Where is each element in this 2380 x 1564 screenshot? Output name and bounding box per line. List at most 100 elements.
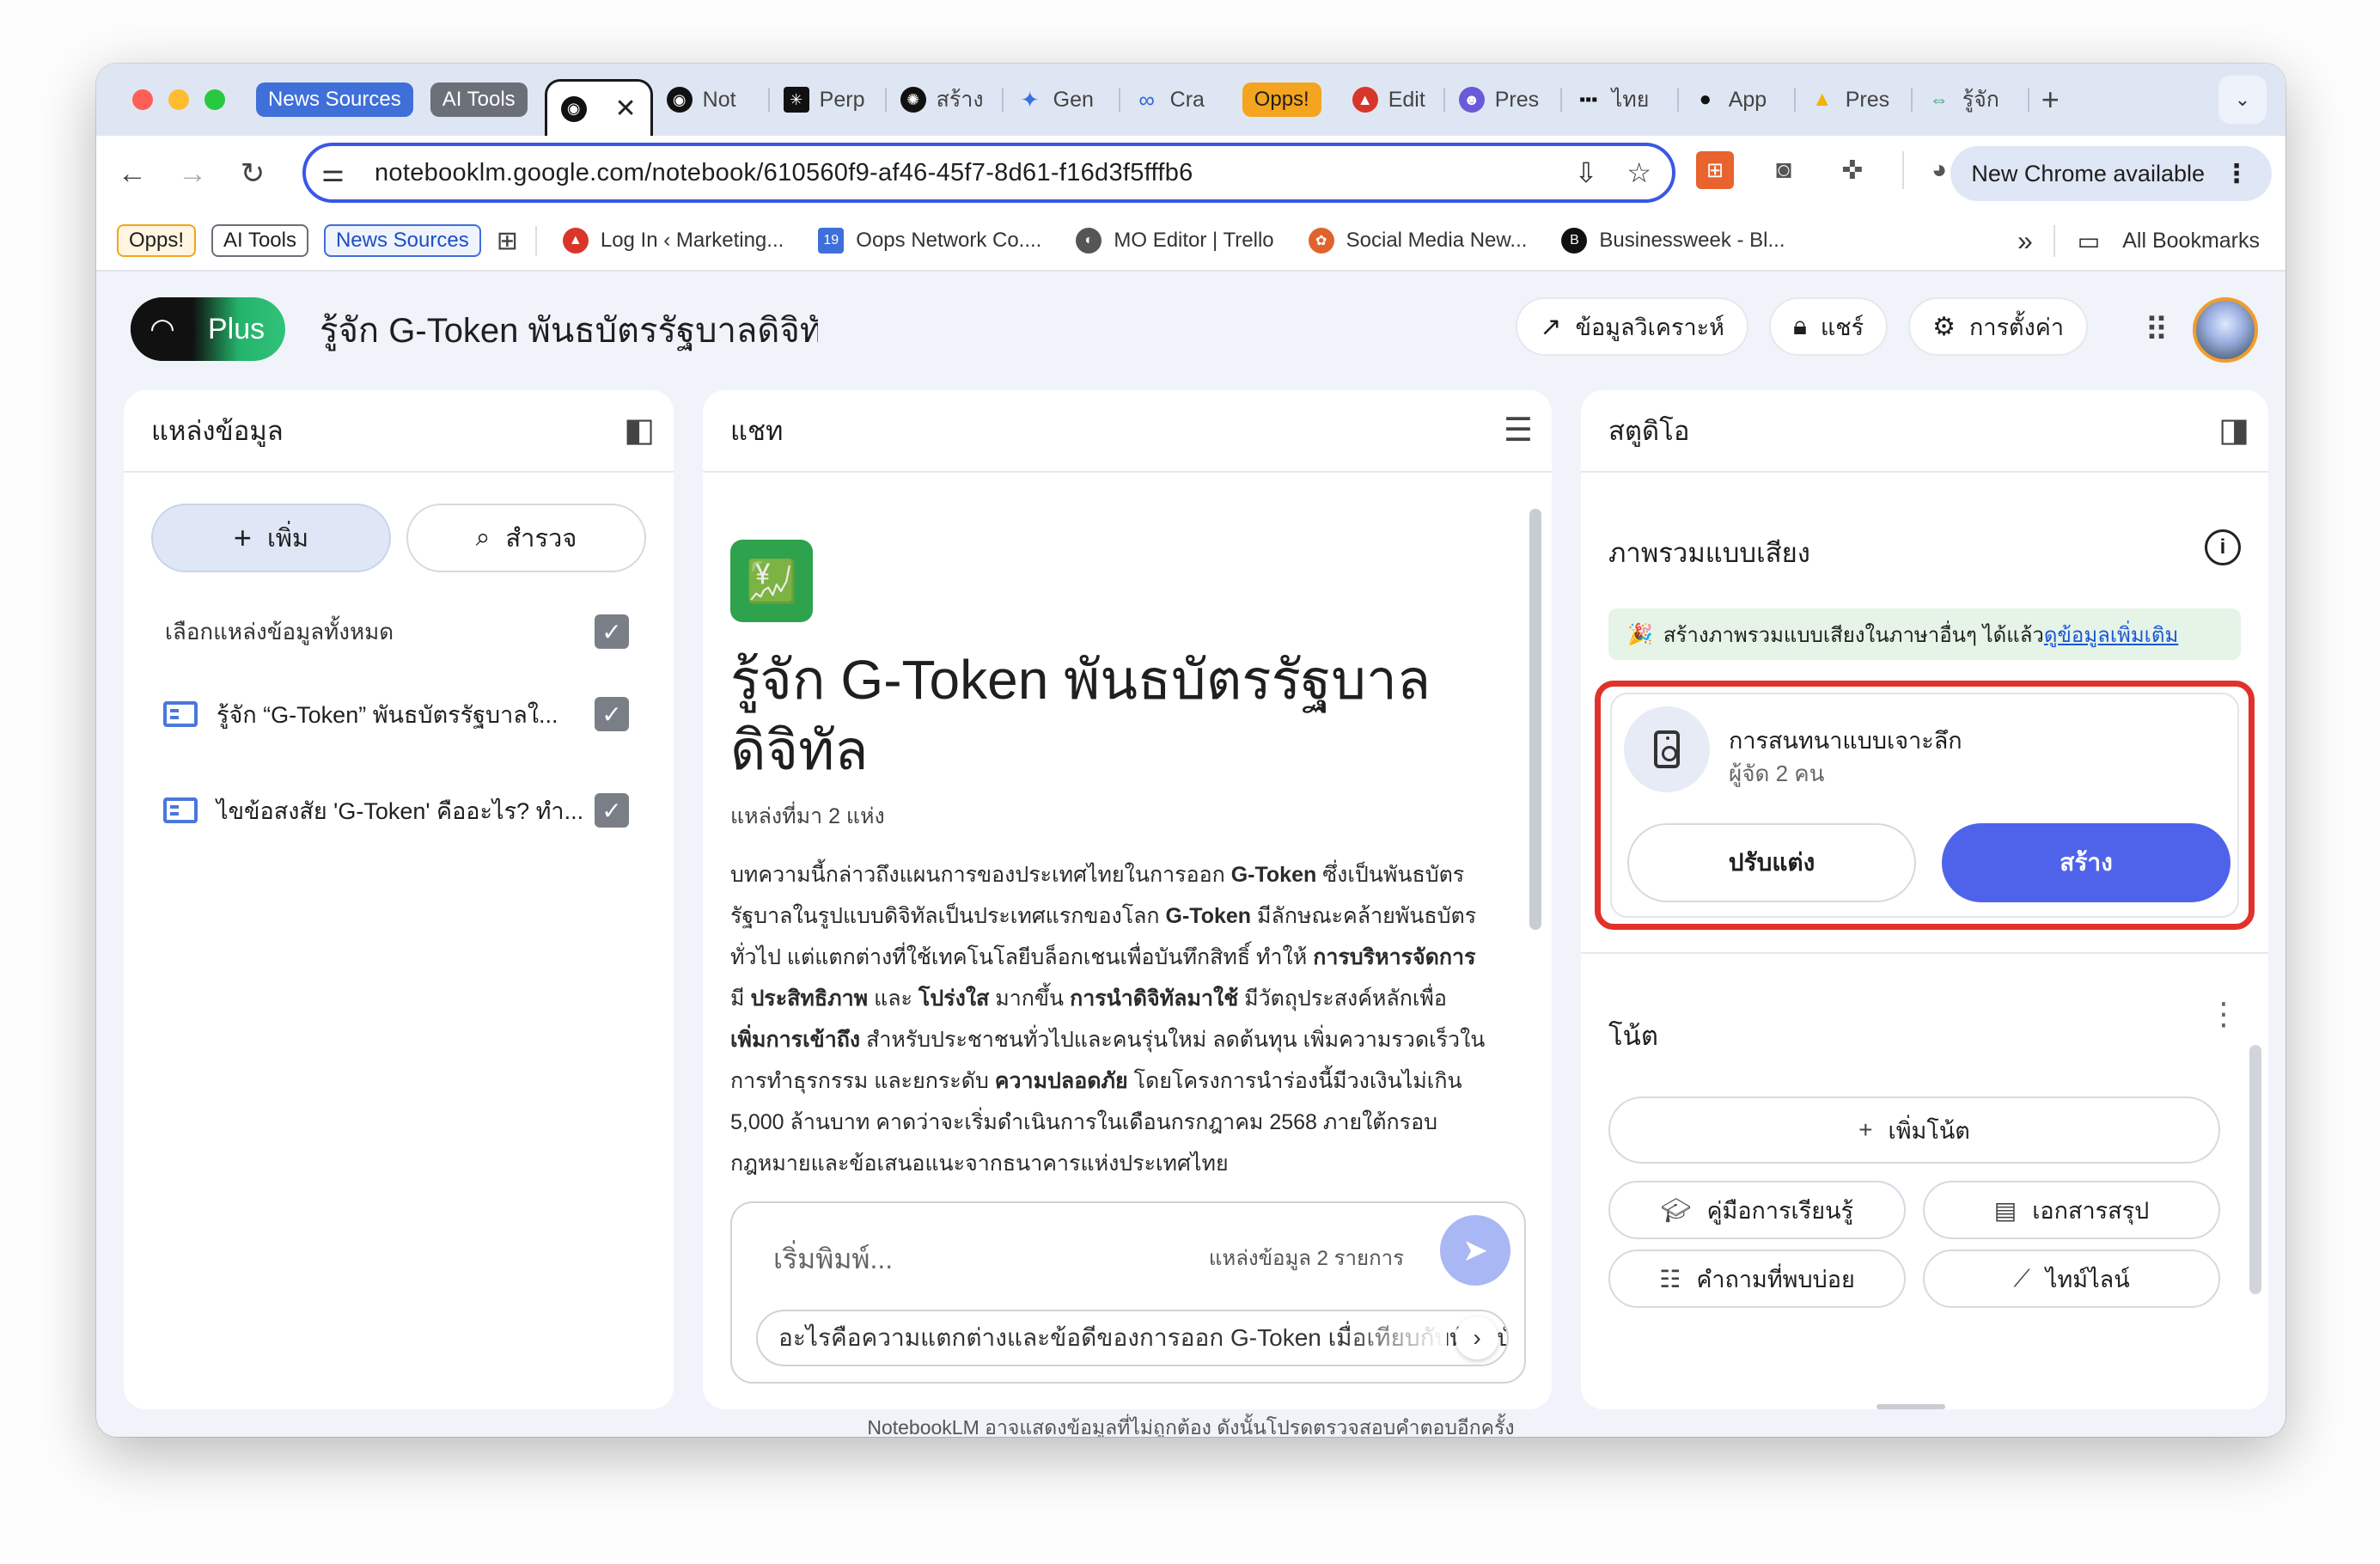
tab-label: ไทย — [1611, 88, 1650, 112]
app-header: ◠ Plus รู้จัก G-Token พันธบัตรรัฐบาลดิจิ… — [96, 272, 2285, 382]
study-guide-label: คู่มือการเรียนรู้ — [1706, 1197, 1854, 1224]
explore-label: สำรวจ — [505, 525, 577, 553]
chat-composer: เริ่มพิมพ์... แหล่งข้อมูล 2 รายการ ➤ อะไ… — [730, 1201, 1526, 1384]
timeline-button[interactable]: ⟋ ไทม์ไลน์ — [1923, 1249, 2220, 1308]
studio-resize-handle[interactable] — [1877, 1404, 1945, 1409]
tab-google-drive[interactable]: ▲ Pres — [1796, 74, 1913, 125]
tab-group-opps[interactable]: Opps! — [1242, 82, 1321, 117]
forward-arrow-icon[interactable]: → — [168, 150, 217, 198]
tab-active-notebooklm[interactable]: ◉ ✕ — [544, 79, 653, 136]
bookmark-label: MO Editor | Trello — [1114, 229, 1274, 252]
tab-openai[interactable]: ✺ สร้าง — [887, 74, 1004, 125]
chat-scrollbar[interactable] — [1529, 509, 1541, 930]
bookmark-social-media[interactable]: ✿ Social Media New... — [1308, 228, 1527, 254]
analytics-button[interactable]: ↗ ข้อมูลวิเคราะห์ — [1516, 297, 1748, 356]
generate-button[interactable]: สร้าง — [1942, 823, 2230, 902]
info-icon[interactable]: i — [2205, 529, 2241, 565]
collapse-panel-icon[interactable]: ◧ — [624, 411, 655, 449]
banner-text: สร้างภาพรวมแบบเสียงในภาษาอื่นๆ ได้แล้ว — [1663, 623, 2044, 647]
tab-group-ai-tools[interactable]: AI Tools — [430, 82, 528, 117]
bookmark-trello[interactable]: ◐ MO Editor | Trello — [1076, 228, 1274, 254]
tab-presentation[interactable]: ☻ Pres — [1445, 74, 1562, 125]
bookmark-businessweek[interactable]: B Businessweek - Bl... — [1561, 228, 1785, 254]
close-tab-icon[interactable]: ✕ — [615, 94, 637, 124]
study-guide-button[interactable]: 🎓︎ คู่มือการเรียนรู้ — [1608, 1181, 1906, 1239]
zoom-window-button[interactable] — [204, 89, 225, 110]
edit-app-icon: ▲ — [1352, 87, 1378, 113]
bookmark-folder-news-sources[interactable]: News Sources — [323, 224, 481, 257]
presentation-app-icon: ☻ — [1458, 87, 1485, 113]
divider — [1581, 952, 2268, 954]
source-item-label: ไขข้อสงสัย 'G-Token' คืออะไร? ทำ... — [217, 797, 584, 824]
bookmark-folder-opps[interactable]: Opps! — [117, 224, 197, 257]
tab-label: Edit — [1388, 87, 1425, 112]
send-button[interactable]: ➤ — [1440, 1215, 1510, 1286]
settings-button[interactable]: ⚙ การตั้งค่า — [1908, 297, 2088, 356]
notes-more-icon[interactable]: ⋮ — [2208, 999, 2239, 1029]
close-window-button[interactable] — [132, 89, 153, 110]
source-checkbox[interactable]: ✓ — [595, 793, 629, 828]
tab-group-news-sources[interactable]: News Sources — [256, 82, 413, 117]
share-button[interactable]: 🔒︎ แชร์ — [1768, 297, 1889, 356]
url-text[interactable]: notebooklm.google.com/notebook/610560f9-… — [375, 159, 1193, 187]
extensions-puzzle-icon[interactable]: ✜ — [1834, 151, 1871, 189]
select-all-sources-row[interactable]: เลือกแหล่งข้อมูลทั้งหมด ✓ — [124, 602, 674, 662]
briefing-doc-button[interactable]: ▤ เอกสารสรุป — [1923, 1181, 2220, 1239]
site-info-icon[interactable]: ⚌ — [321, 158, 356, 188]
install-app-icon[interactable]: ⇩ — [1575, 156, 1598, 189]
customize-button[interactable]: ปรับแต่ง — [1627, 823, 1916, 902]
back-arrow-icon[interactable]: ← — [108, 150, 156, 198]
window-controls — [132, 89, 225, 110]
bookmark-folder-ai-tools[interactable]: AI Tools — [211, 224, 308, 257]
explore-sources-button[interactable]: ⌕ สำรวจ — [406, 504, 646, 572]
tab-edit[interactable]: ▲ Edit — [1339, 74, 1445, 125]
tab-apple[interactable]: ● App — [1679, 74, 1796, 125]
tune-settings-icon[interactable]: ☰ — [1504, 411, 1533, 449]
faq-button[interactable]: ☷ คำถามที่พบบ่อย — [1608, 1249, 1906, 1308]
bookmark-oops-network[interactable]: 19 Oops Network Co.... — [818, 228, 1041, 254]
tab-gemini[interactable]: ✦ Gen — [1004, 74, 1120, 125]
bookmark-star-icon[interactable]: ☆ — [1626, 156, 1651, 189]
avatar[interactable] — [2193, 297, 2258, 363]
notebooklm-app: ◠ Plus รู้จัก G-Token พันธบัตรรัฐบาลดิจิ… — [96, 272, 2285, 1437]
tab-notebooklm[interactable]: ◉ Not — [653, 74, 770, 125]
minimize-window-button[interactable] — [168, 89, 189, 110]
suggested-question-chip[interactable]: อะไรคือความแตกต่างและข้อดีของการออก G-To… — [756, 1310, 1509, 1366]
bookmarks-bar: Opps! AI Tools News Sources ⊞ ▲ Log In ‹… — [96, 211, 2285, 272]
reload-icon[interactable]: ↻ — [229, 150, 277, 198]
tab-label: รู้จัก — [1962, 88, 1999, 112]
learn-more-link[interactable]: ดูข้อมูลเพิ่มเติม — [2044, 624, 2178, 647]
tab-label: Not — [702, 87, 736, 112]
google-apps-icon[interactable]: ⠿ — [2145, 311, 2169, 350]
collapse-panel-icon[interactable]: ◨ — [2218, 411, 2249, 449]
all-bookmarks-link[interactable]: All Bookmarks — [2122, 229, 2260, 254]
chat-input[interactable]: เริ่มพิมพ์... — [773, 1237, 893, 1281]
add-note-button[interactable]: + เพิ่มโน้ต — [1608, 1097, 2220, 1164]
new-tab-icon[interactable]: + — [2041, 82, 2060, 118]
address-bar[interactable]: ⚌ notebooklm.google.com/notebook/610560f… — [302, 143, 1675, 203]
more-bookmarks-chevron[interactable]: » — [2017, 225, 2055, 257]
profile-avatar-icon[interactable]: ◕ — [1902, 151, 1957, 189]
camera-icon[interactable]: ◙ — [1765, 151, 1803, 189]
dots-icon: ▪▪▪ — [1579, 89, 1598, 109]
source-item[interactable]: รู้จัก “G-Token” พันธบัตรรัฐบาลใ... ✓ — [124, 684, 674, 744]
tab-meta[interactable]: ∞ Cra — [1120, 74, 1237, 125]
tab-label: Perp — [819, 87, 865, 112]
notebooklm-plus-logo[interactable]: ◠ Plus — [131, 297, 285, 361]
select-all-checkbox[interactable]: ✓ — [595, 614, 629, 649]
tab-search-dropdown-icon[interactable]: ⌄ — [2218, 76, 2267, 124]
source-checkbox[interactable]: ✓ — [595, 697, 629, 731]
tab-perplexity[interactable]: ✳ Perp — [770, 74, 887, 125]
apps-grid-icon[interactable]: ⊞ — [497, 225, 537, 256]
meta-icon: ∞ — [1138, 86, 1155, 113]
extension-icon[interactable]: ⊞ — [1696, 151, 1734, 189]
source-item[interactable]: ไขข้อสงสัย 'G-Token' คืออะไร? ทำ... ✓ — [124, 780, 674, 840]
add-source-button[interactable]: + เพิ่ม — [151, 504, 391, 572]
tab-link[interactable]: ⇔ รู้จัก — [1913, 74, 2029, 125]
notebook-title[interactable]: รู้จัก G-Token พันธบัตรรัฐบาลดิจิทัล — [320, 302, 818, 357]
studio-scrollbar[interactable] — [2249, 1045, 2261, 1294]
chevron-right-icon[interactable]: › — [1455, 1317, 1498, 1359]
new-chrome-available-button[interactable]: New Chrome available ⋮ — [1950, 146, 2272, 201]
bookmark-marketing[interactable]: ▲ Log In ‹ Marketing... — [562, 228, 784, 254]
tab-thai[interactable]: ▪▪▪ ไทย — [1562, 74, 1679, 125]
